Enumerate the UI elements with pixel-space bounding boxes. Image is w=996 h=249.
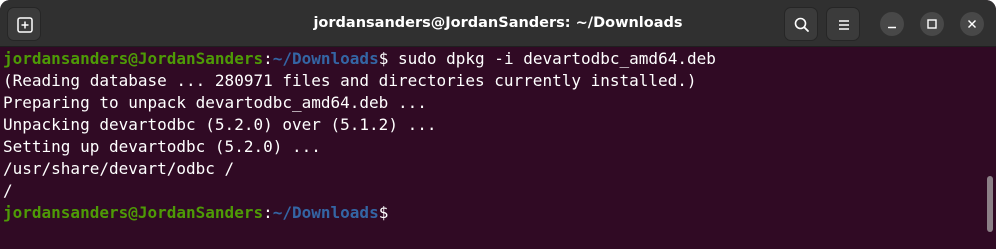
menu-button[interactable] [826,7,860,41]
search-button[interactable] [784,7,818,41]
maximize-icon [927,19,937,29]
command-line: jordansanders@JordanSanders:~/Downloads$… [0,48,984,70]
new-tab-icon [17,17,33,33]
prompt-path: ~/Downloads [272,203,379,222]
prompt-user-host: jordansanders@JordanSanders [3,49,264,68]
minimize-icon [888,26,896,29]
header-bar: jordansanders@JordanSanders: ~/Downloads [0,0,996,47]
prompt-symbol: $ [378,49,389,68]
output-line: (Reading database ... 280971 files and d… [3,71,697,90]
current-prompt-line[interactable]: jordansanders@JordanSanders:~/Downloads$ [0,202,984,224]
minimize-button[interactable] [880,12,904,36]
new-tab-button[interactable] [7,7,41,41]
output-line: Unpacking devartodbc (5.2.0) over (5.1.2… [3,115,437,134]
output-line: Setting up devartodbc (5.2.0) ... [3,137,321,156]
scrollbar-thumb[interactable] [987,176,993,232]
prompt-colon: : [263,49,273,68]
terminal-window: jordansanders@JordanSanders: ~/Downloads [0,0,996,249]
command-text: sudo dpkg -i devartodbc_amd64.deb [388,49,716,68]
prompt-path: ~/Downloads [272,49,379,68]
close-icon [968,20,976,28]
close-button[interactable] [960,12,984,36]
terminal-output[interactable]: jordansanders@JordanSanders:~/Downloads$… [0,48,984,249]
prompt-colon: : [263,203,273,222]
maximize-button[interactable] [920,12,944,36]
output-line: / [3,181,13,200]
prompt-user-host: jordansanders@JordanSanders [3,203,264,222]
output-line: Preparing to unpack devartodbc_amd64.deb… [3,93,427,112]
hamburger-menu-icon [839,20,849,30]
search-icon [794,17,809,32]
output-line: /usr/share/devart/odbc / [3,159,235,178]
prompt-symbol: $ [378,203,389,222]
